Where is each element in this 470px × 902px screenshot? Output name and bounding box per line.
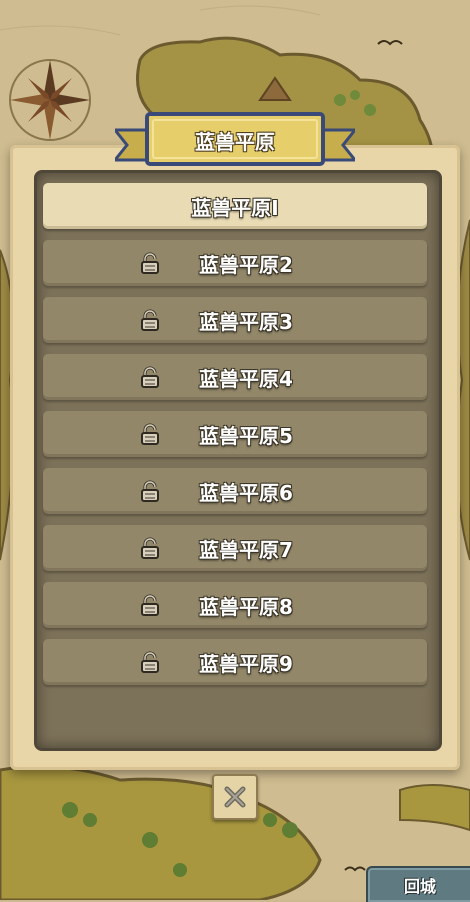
stage-item-label: 蓝兽平原3 xyxy=(199,309,293,334)
lock-icon xyxy=(138,365,162,389)
stage-item[interactable]: 蓝兽平原2 xyxy=(43,240,427,286)
stage-select-panel: 蓝兽平原Ⅰ 蓝兽平原2 蓝兽平原3 蓝兽平原4 蓝兽平原5 蓝兽平原6 蓝兽平原7 蓝兽平原8… xyxy=(10,145,460,770)
stage-item[interactable]: 蓝兽平原5 xyxy=(43,411,427,457)
stage-list: 蓝兽平原Ⅰ 蓝兽平原2 蓝兽平原3 蓝兽平原4 蓝兽平原5 蓝兽平原6 蓝兽平原7 蓝兽平原8… xyxy=(43,183,427,696)
stage-item[interactable]: 蓝兽平原9 xyxy=(43,639,427,685)
lock-icon xyxy=(138,650,162,674)
page-title: 蓝兽平原 xyxy=(195,129,275,154)
lock-icon xyxy=(138,422,162,446)
lock-icon xyxy=(138,593,162,617)
stage-item-label: 蓝兽平原8 xyxy=(199,594,293,619)
stage-item[interactable]: 蓝兽平原8 xyxy=(43,582,427,628)
stage-item[interactable]: 蓝兽平原7 xyxy=(43,525,427,571)
title-banner: 蓝兽平原 xyxy=(115,112,355,172)
stage-item-label: 蓝兽平原5 xyxy=(199,423,293,448)
lock-icon xyxy=(138,479,162,503)
stage-item-label: 蓝兽平原4 xyxy=(199,366,293,391)
stage-list-frame: 蓝兽平原Ⅰ 蓝兽平原2 蓝兽平原3 蓝兽平原4 蓝兽平原5 蓝兽平原6 蓝兽平原7 蓝兽平原8… xyxy=(34,170,442,751)
stage-item-label: 蓝兽平原7 xyxy=(199,537,293,562)
return-city-label: 回城 xyxy=(403,877,436,896)
return-city-button[interactable]: 回城 xyxy=(366,866,470,902)
compass-rose-icon xyxy=(9,59,91,141)
close-icon xyxy=(224,786,246,808)
stage-item-label: 蓝兽平原Ⅰ xyxy=(191,195,279,220)
stage-item-label: 蓝兽平原2 xyxy=(199,252,293,277)
stage-item-label: 蓝兽平原9 xyxy=(199,651,293,676)
stage-item-label: 蓝兽平原6 xyxy=(199,480,293,505)
lock-icon xyxy=(138,308,162,332)
lock-icon xyxy=(138,536,162,560)
close-button[interactable] xyxy=(212,774,258,820)
stage-item[interactable]: 蓝兽平原3 xyxy=(43,297,427,343)
stage-item[interactable]: 蓝兽平原4 xyxy=(43,354,427,400)
stage-item[interactable]: 蓝兽平原Ⅰ xyxy=(43,183,427,229)
lock-icon xyxy=(138,251,162,275)
stage-item[interactable]: 蓝兽平原6 xyxy=(43,468,427,514)
